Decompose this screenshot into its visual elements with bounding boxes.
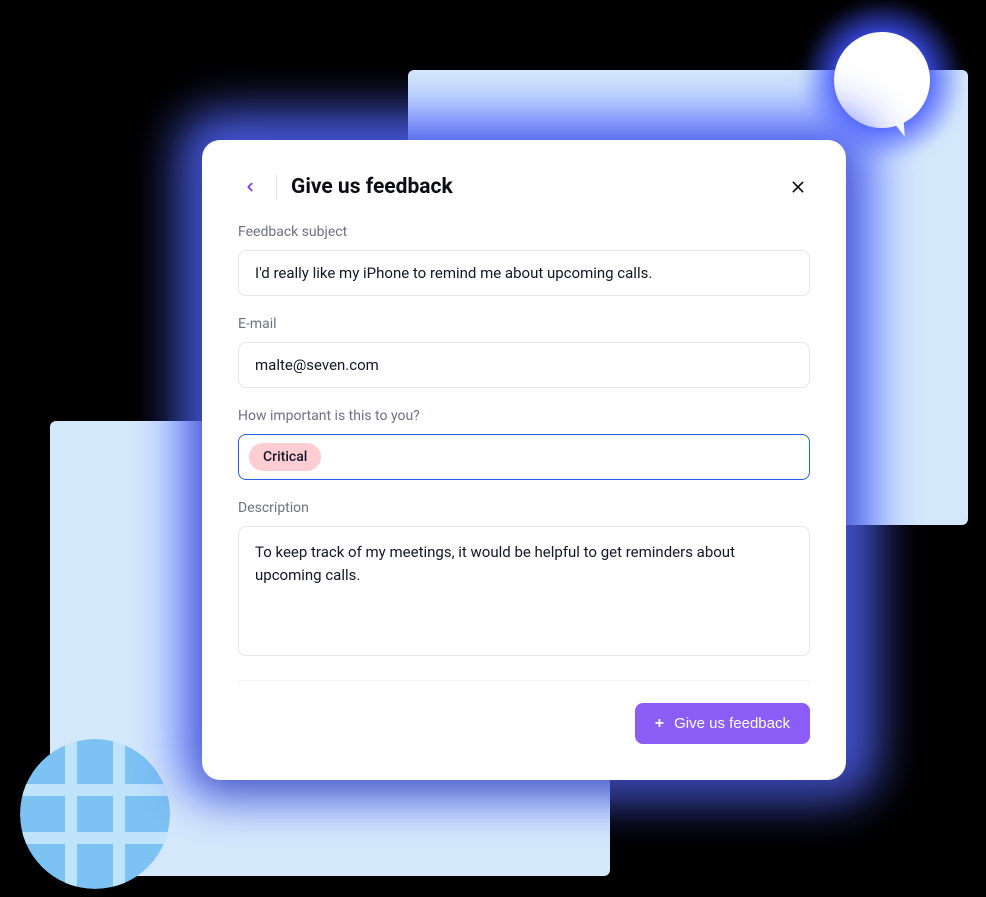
subject-label: Feedback subject [238, 224, 810, 240]
footer-divider [238, 680, 810, 681]
header-divider [276, 174, 277, 200]
close-button[interactable] [786, 175, 810, 199]
close-icon [790, 179, 806, 195]
plus-icon: + [655, 716, 664, 732]
email-label: E-mail [238, 316, 810, 332]
submit-button[interactable]: + Give us feedback [635, 703, 810, 744]
modal-footer: + Give us feedback [238, 703, 810, 744]
modal-title: Give us feedback [291, 175, 772, 199]
description-field: Description [238, 500, 810, 660]
description-textarea[interactable] [238, 526, 810, 656]
description-label: Description [238, 500, 810, 516]
email-input[interactable] [238, 342, 810, 388]
globe-icon [20, 739, 170, 889]
feedback-modal: Give us feedback Feedback subject E-mail… [202, 140, 846, 780]
subject-input[interactable] [238, 250, 810, 296]
back-button[interactable] [238, 175, 262, 199]
subject-field: Feedback subject [238, 224, 810, 296]
modal-header: Give us feedback [238, 174, 810, 200]
importance-label: How important is this to you? [238, 408, 810, 424]
submit-button-label: Give us feedback [674, 715, 790, 732]
importance-field: How important is this to you? Critical [238, 408, 810, 480]
importance-input[interactable]: Critical [238, 434, 810, 480]
chevron-left-icon [243, 180, 257, 194]
email-field: E-mail [238, 316, 810, 388]
importance-chip[interactable]: Critical [249, 443, 321, 471]
